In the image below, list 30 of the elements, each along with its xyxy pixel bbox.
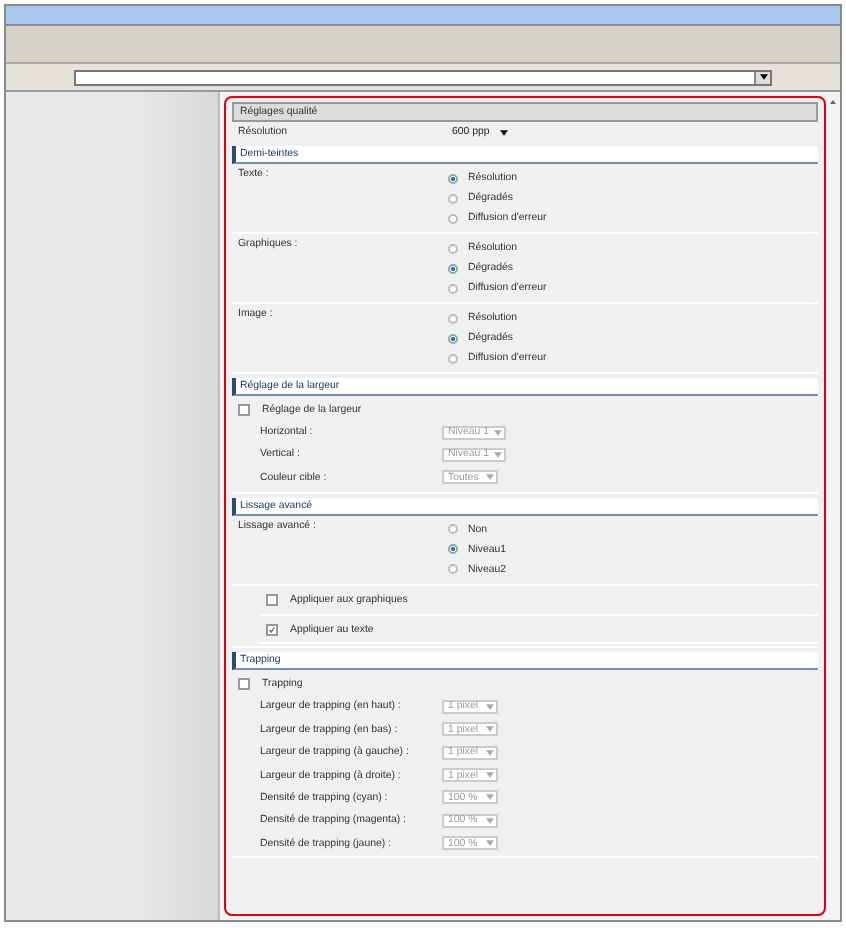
caret-icon bbox=[486, 749, 494, 756]
radio-button[interactable] bbox=[448, 193, 458, 203]
checkbox[interactable] bbox=[266, 623, 278, 636]
caret-icon bbox=[494, 451, 503, 458]
radio-button[interactable] bbox=[448, 173, 458, 183]
radio-button[interactable] bbox=[448, 544, 458, 555]
radio-button[interactable] bbox=[448, 213, 458, 223]
radio-button[interactable] bbox=[448, 564, 458, 575]
caret-icon bbox=[486, 817, 494, 824]
radio-button[interactable] bbox=[448, 524, 458, 535]
caret-icon bbox=[486, 474, 494, 481]
radio-button[interactable] bbox=[448, 283, 458, 293]
caret-icon bbox=[486, 772, 494, 779]
address-field[interactable] bbox=[74, 69, 772, 85]
checkbox[interactable] bbox=[266, 594, 278, 607]
caret-icon bbox=[486, 703, 494, 710]
radio-button[interactable] bbox=[448, 243, 458, 253]
checkbox[interactable] bbox=[238, 678, 250, 691]
caret-icon bbox=[500, 129, 508, 135]
caret-icon bbox=[486, 840, 494, 847]
dropdown-button[interactable] bbox=[754, 71, 770, 83]
radio-button[interactable] bbox=[448, 313, 458, 323]
caret-icon bbox=[494, 429, 503, 436]
radio-button[interactable] bbox=[448, 353, 458, 363]
caret-icon bbox=[486, 726, 494, 733]
radio-button[interactable] bbox=[448, 333, 458, 343]
scroll-up-icon[interactable] bbox=[829, 100, 835, 104]
caret-icon bbox=[486, 794, 494, 801]
radio-button[interactable] bbox=[448, 263, 458, 273]
checkbox[interactable] bbox=[238, 403, 250, 416]
